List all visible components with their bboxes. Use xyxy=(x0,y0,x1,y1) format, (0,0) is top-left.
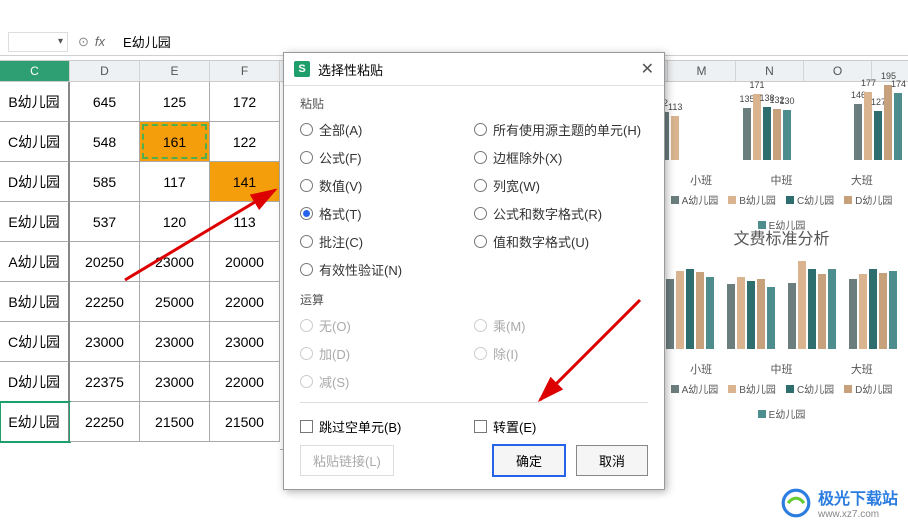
close-icon[interactable]: ✕ xyxy=(641,59,654,79)
radio-col-width[interactable]: 列宽(W) xyxy=(474,176,648,195)
radio-validation[interactable]: 有效性验证(N) xyxy=(300,260,474,279)
dialog-title: 选择性粘贴 xyxy=(318,60,383,79)
radio-div: 除(I) xyxy=(474,344,648,363)
cell-label[interactable]: D幼儿园 xyxy=(0,362,70,402)
cell-label[interactable]: C幼儿园 xyxy=(0,322,70,362)
legend-item: C幼儿园 xyxy=(797,381,834,396)
axis-label: 中班 xyxy=(770,172,792,188)
cell-highlighted[interactable]: 141 xyxy=(210,162,280,202)
radio-add: 加(D) xyxy=(300,344,474,363)
cell[interactable]: 645 xyxy=(70,82,140,122)
cell[interactable]: 537 xyxy=(70,202,140,242)
group-paste-label: 粘贴 xyxy=(300,92,648,115)
paste-link-button: 粘贴链接(L) xyxy=(300,445,394,476)
radio-mul: 乘(M) xyxy=(474,316,648,335)
col-header-f[interactable]: F xyxy=(210,61,280,81)
col-header-e[interactable]: E xyxy=(140,61,210,81)
axis-label: 大班 xyxy=(851,172,873,188)
radio-theme[interactable]: 所有使用源主题的单元(H) xyxy=(474,120,648,139)
radio-sub: 减(S) xyxy=(300,372,474,391)
radio-format[interactable]: 格式(T) xyxy=(300,204,474,223)
legend-item: A幼儿园 xyxy=(682,192,719,207)
checkbox-skip-blanks[interactable]: 跳过空单元(B) xyxy=(300,417,474,436)
radio-border-except[interactable]: 边框除外(X) xyxy=(474,148,648,167)
radio-formula[interactable]: 公式(F) xyxy=(300,148,474,167)
cell[interactable]: 122 xyxy=(210,122,280,162)
cell[interactable]: 120 xyxy=(140,202,210,242)
cell[interactable]: 25000 xyxy=(140,282,210,322)
dialog-titlebar[interactable]: S 选择性粘贴 ✕ xyxy=(284,53,664,86)
col-header-c[interactable]: C xyxy=(0,61,70,81)
cell-label[interactable]: A幼儿园 xyxy=(0,242,70,282)
legend-item: B幼儿园 xyxy=(739,192,776,207)
legend-item: E幼儿园 xyxy=(769,217,806,232)
chart-panel: 22 113 135 171 138 132 130 146 177 127 1… xyxy=(655,82,908,470)
cell[interactable]: 21500 xyxy=(140,402,210,442)
cell[interactable]: 23000 xyxy=(140,362,210,402)
axis-label: 小班 xyxy=(690,172,712,188)
legend-item: E幼儿园 xyxy=(769,406,806,421)
radio-value[interactable]: 数值(V) xyxy=(300,176,474,195)
app-icon: S xyxy=(294,61,310,77)
cell-label[interactable]: C幼儿园 xyxy=(0,122,70,162)
axis-label: 大班 xyxy=(851,361,873,377)
radio-value-num[interactable]: 值和数字格式(U) xyxy=(474,232,648,251)
cell[interactable]: 113 xyxy=(210,202,280,242)
name-box[interactable]: ▾ xyxy=(8,32,68,52)
axis-label: 小班 xyxy=(690,361,712,377)
radio-none: 无(O) xyxy=(300,316,474,335)
group-calc-label: 运算 xyxy=(300,288,648,311)
watermark-url: www.xz7.com xyxy=(818,509,898,520)
cell[interactable]: 23000 xyxy=(140,242,210,282)
col-header-n[interactable]: N xyxy=(736,61,804,81)
watermark-icon xyxy=(780,487,812,519)
cell[interactable]: 20250 xyxy=(70,242,140,282)
cell[interactable]: 22375 xyxy=(70,362,140,402)
spreadsheet-grid[interactable]: B幼儿园 645 125 172 C幼儿园 548 161 122 D幼儿园 5… xyxy=(0,82,280,442)
cell[interactable]: 21500 xyxy=(210,402,280,442)
cell-selected[interactable]: E幼儿园 xyxy=(0,402,70,442)
cell[interactable]: 125 xyxy=(140,82,210,122)
col-header-d[interactable]: D xyxy=(70,61,140,81)
search-icon[interactable]: ⊙ xyxy=(78,34,89,50)
cell-label[interactable]: D幼儿园 xyxy=(0,162,70,202)
cell-copy-source[interactable]: 161 xyxy=(140,122,210,162)
legend-item: A幼儿园 xyxy=(682,381,719,396)
cell[interactable]: 22250 xyxy=(70,402,140,442)
cell[interactable]: 548 xyxy=(70,122,140,162)
cancel-button[interactable]: 取消 xyxy=(576,445,648,476)
cell[interactable]: 172 xyxy=(210,82,280,122)
fx-label[interactable]: fx xyxy=(95,34,105,50)
paste-special-dialog: S 选择性粘贴 ✕ 粘贴 全部(A) 公式(F) 数值(V) 格式(T) 批注(… xyxy=(283,52,665,490)
cell-label[interactable]: B幼儿园 xyxy=(0,282,70,322)
chart-2: 小班 中班 大班 A幼儿园 B幼儿园 C幼儿园 D幼儿园 E幼儿园 xyxy=(661,259,902,429)
legend-item: C幼儿园 xyxy=(797,192,834,207)
radio-all[interactable]: 全部(A) xyxy=(300,120,474,139)
watermark: 极光下载站 www.xz7.com xyxy=(780,485,898,520)
cell[interactable]: 20000 xyxy=(210,242,280,282)
cell-label[interactable]: B幼儿园 xyxy=(0,82,70,122)
cell[interactable]: 585 xyxy=(70,162,140,202)
cell-label[interactable]: E幼儿园 xyxy=(0,202,70,242)
ok-button[interactable]: 确定 xyxy=(492,444,566,477)
cell[interactable]: 23000 xyxy=(140,322,210,362)
legend-item: D幼儿园 xyxy=(855,192,892,207)
col-header-m[interactable]: M xyxy=(668,61,736,81)
watermark-name: 极光下载站 xyxy=(818,491,898,508)
axis-label: 中班 xyxy=(770,361,792,377)
radio-comment[interactable]: 批注(C) xyxy=(300,232,474,251)
cell[interactable]: 22250 xyxy=(70,282,140,322)
cell[interactable]: 22000 xyxy=(210,362,280,402)
checkbox-transpose[interactable]: 转置(E) xyxy=(474,417,648,436)
legend-item: D幼儿园 xyxy=(855,381,892,396)
formula-icons: ⊙ fx xyxy=(78,34,113,50)
cell[interactable]: 22000 xyxy=(210,282,280,322)
cell[interactable]: 117 xyxy=(140,162,210,202)
chart-1: 22 113 135 171 138 132 130 146 177 127 1… xyxy=(661,90,902,215)
formula-text[interactable]: E幼儿园 xyxy=(123,32,171,51)
cell[interactable]: 23000 xyxy=(210,322,280,362)
legend-item: B幼儿园 xyxy=(739,381,776,396)
cell[interactable]: 23000 xyxy=(70,322,140,362)
radio-formula-num[interactable]: 公式和数字格式(R) xyxy=(474,204,648,223)
